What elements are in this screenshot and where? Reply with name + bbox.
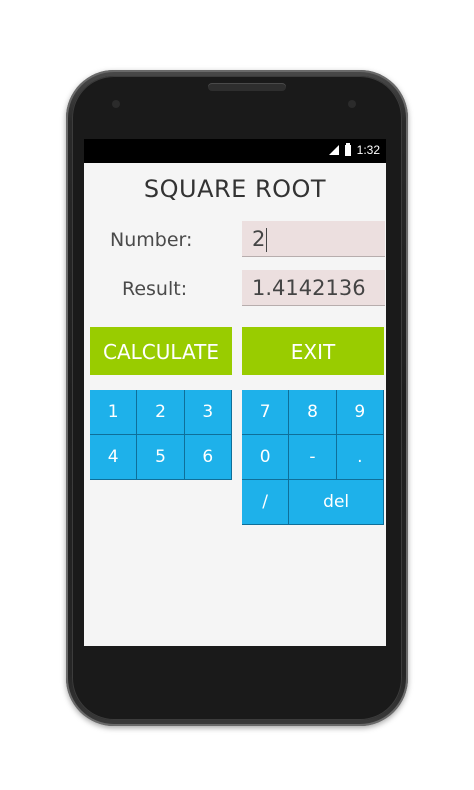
key-1[interactable]: 1 bbox=[90, 390, 138, 435]
key-divide[interactable]: / bbox=[242, 480, 290, 525]
key-8[interactable]: 8 bbox=[289, 390, 337, 435]
key-2[interactable]: 2 bbox=[137, 390, 185, 435]
keypad-right: 7 8 9 0 - . / del bbox=[242, 390, 384, 525]
result-field[interactable]: 1.4142136 bbox=[242, 270, 385, 306]
status-icons: 1:32 bbox=[328, 142, 380, 157]
proximity-sensor bbox=[112, 100, 120, 108]
number-input[interactable]: 2 bbox=[242, 221, 385, 257]
keypad-left: 1 2 3 4 5 6 bbox=[90, 390, 232, 480]
status-bar: 1:32 bbox=[84, 139, 386, 163]
calculate-button[interactable]: CALCULATE bbox=[90, 327, 232, 375]
battery-icon bbox=[344, 142, 351, 156]
key-7[interactable]: 7 bbox=[242, 390, 290, 435]
exit-button[interactable]: EXIT bbox=[242, 327, 384, 375]
key-3[interactable]: 3 bbox=[184, 390, 232, 435]
phone-screen: 1:32 SQUARE ROOT Number: 2 Result: 1.414… bbox=[84, 139, 386, 646]
key-4[interactable]: 4 bbox=[90, 435, 138, 480]
key-minus[interactable]: - bbox=[289, 435, 337, 480]
key-6[interactable]: 6 bbox=[184, 435, 232, 480]
text-cursor bbox=[266, 228, 268, 252]
number-label: Number: bbox=[110, 229, 193, 251]
front-camera bbox=[348, 100, 356, 108]
result-label: Result: bbox=[122, 278, 188, 300]
key-decimal[interactable]: . bbox=[336, 435, 384, 480]
result-value: 1.4142136 bbox=[252, 276, 366, 300]
key-5[interactable]: 5 bbox=[137, 435, 185, 480]
status-time: 1:32 bbox=[356, 143, 380, 157]
earpiece-speaker bbox=[208, 83, 286, 91]
signal-icon bbox=[328, 145, 339, 155]
number-input-value: 2 bbox=[252, 227, 266, 251]
app-title: SQUARE ROOT bbox=[143, 175, 327, 203]
key-0[interactable]: 0 bbox=[242, 435, 290, 480]
key-9[interactable]: 9 bbox=[336, 390, 384, 435]
key-delete[interactable]: del bbox=[289, 480, 384, 525]
